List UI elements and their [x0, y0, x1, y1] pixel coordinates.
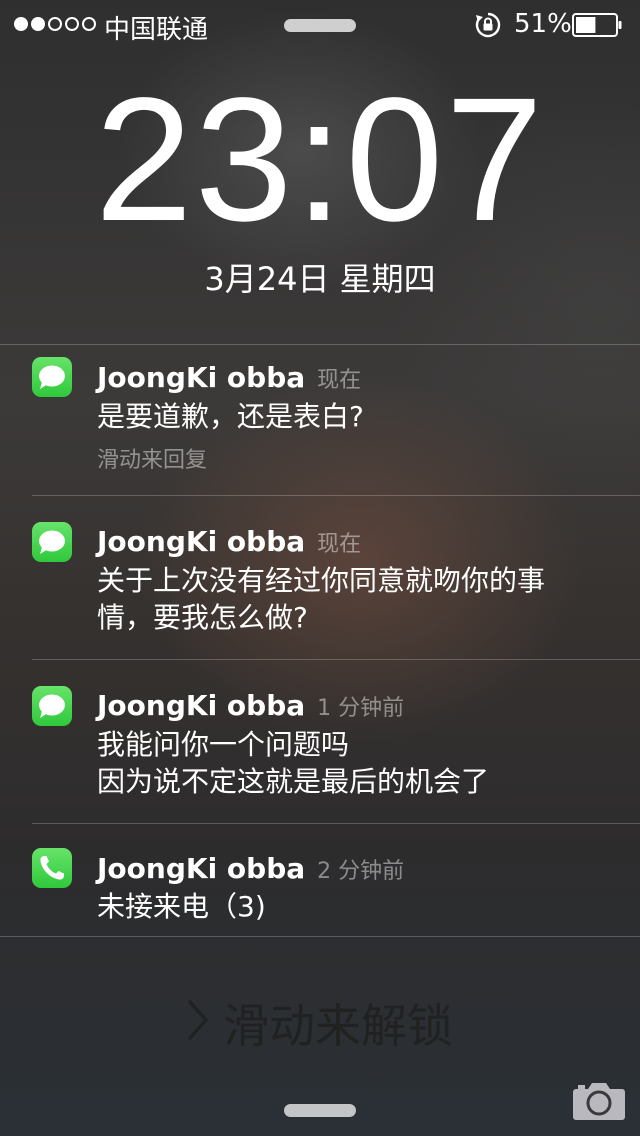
notification-sender-row: JoongKi obba 现在 — [97, 525, 361, 558]
signal-dot — [14, 17, 28, 31]
lock-screen-time: 23:07 — [94, 62, 546, 258]
notification-time: 现在 — [317, 532, 362, 557]
slide-to-unlock[interactable]: 滑动来解锁 — [0, 990, 640, 1056]
chevron-right-icon — [188, 1000, 208, 1040]
signal-dot — [31, 17, 45, 31]
messages-icon — [32, 357, 72, 397]
slide-to-unlock-label: 滑动来解锁 — [223, 999, 453, 1053]
carrier-name: 中国联通 — [104, 15, 209, 45]
notification-message: 我能问你一个问题吗 因为说不定这就是最后的机会了 — [97, 726, 617, 800]
notification-sender: JoongKi obba — [97, 525, 306, 558]
notification-message-line: 情，要我怎么做? — [97, 601, 308, 634]
messages-icon — [32, 686, 72, 726]
control-center-grabber[interactable] — [284, 1104, 356, 1117]
status-bar: 中国联通 51% — [0, 0, 640, 48]
notification-message: 未接来电（3) — [97, 890, 266, 923]
notification-message: 是要道歉，还是表白? — [97, 400, 364, 433]
notification-sender-row: JoongKi obba 2 分钟前 — [97, 852, 404, 885]
notification-item[interactable]: JoongKi obba 1 分钟前 我能问你一个问题吗 因为说不定这就是最后的机… — [0, 660, 640, 824]
notification-sender: JoongKi obba — [97, 689, 306, 722]
rotation-lock-icon — [475, 12, 501, 38]
notification-message-line: 因为说不定这就是最后的机会了 — [97, 765, 490, 798]
notification-time: 现在 — [317, 368, 362, 393]
notification-item[interactable]: JoongKi obba 2 分钟前 未接来电（3) — [0, 824, 640, 936]
slide-to-reply-hint: 滑动来回复 — [97, 448, 208, 473]
signal-dot — [82, 17, 96, 31]
notification-center-grabber[interactable] — [284, 19, 356, 32]
notification-item[interactable]: JoongKi obba 现在 关于上次没有经过你同意就吻你的事 情，要我怎么做? — [0, 496, 640, 660]
signal-dot — [65, 17, 79, 31]
notification-sender-row: JoongKi obba 1 分钟前 — [97, 689, 404, 722]
phone-icon — [32, 848, 72, 888]
signal-dot — [48, 17, 62, 31]
notification-message-line: 关于上次没有经过你同意就吻你的事 — [97, 564, 546, 597]
notification-sender: JoongKi obba — [97, 361, 306, 394]
notification-message-line: 我能问你一个问题吗 — [97, 728, 350, 761]
notification-sender: JoongKi obba — [97, 852, 306, 885]
messages-icon — [32, 522, 72, 562]
notification-message: 关于上次没有经过你同意就吻你的事 情，要我怎么做? — [97, 562, 617, 636]
battery-percentage: 51% — [514, 9, 572, 39]
notification-time: 2 分钟前 — [317, 859, 405, 884]
lock-screen-date: 3月24日 星期四 — [204, 260, 436, 298]
notification-time: 1 分钟前 — [317, 696, 405, 721]
camera-icon[interactable] — [572, 1079, 626, 1121]
notification-sender-row: JoongKi obba 现在 — [97, 361, 361, 394]
notification-list: JoongKi obba 现在 是要道歉，还是表白? 滑动来回复 JoongKi … — [0, 344, 640, 937]
notification-item[interactable]: JoongKi obba 现在 是要道歉，还是表白? 滑动来回复 — [0, 345, 640, 496]
signal-strength — [14, 15, 96, 33]
battery-icon — [572, 13, 622, 37]
divider — [0, 936, 640, 937]
